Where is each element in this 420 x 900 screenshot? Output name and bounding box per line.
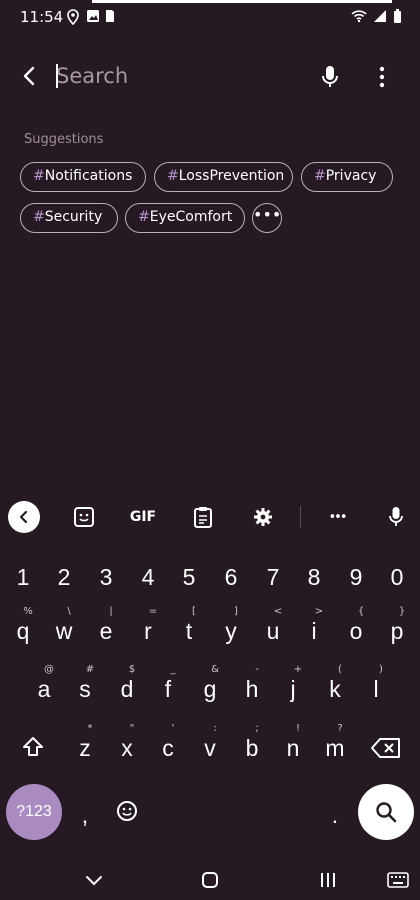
chip-privacy[interactable]: #Privacy xyxy=(301,162,393,192)
key-p[interactable]: } p xyxy=(378,604,416,654)
key-h[interactable]: -h xyxy=(233,662,271,712)
voice-search-mic-icon[interactable] xyxy=(318,62,342,92)
key-k[interactable]: (k xyxy=(316,662,354,712)
more-toolbar-icon[interactable]: ••• xyxy=(322,501,352,533)
key-2[interactable]: 2 xyxy=(45,556,83,606)
key-f[interactable]: _ f xyxy=(149,662,187,712)
recent-apps-icon[interactable] xyxy=(314,866,342,894)
keyboard-toolbar: GIF ••• xyxy=(0,488,420,546)
hash-symbol: # xyxy=(33,209,45,225)
key-a[interactable]: @ a xyxy=(25,662,63,712)
hash-symbol: # xyxy=(314,168,326,184)
key-x[interactable]: " x xyxy=(108,721,146,771)
battery-icon xyxy=(393,9,402,28)
status-time: 11:54 xyxy=(20,8,64,26)
more-suggestions-button[interactable]: ••• xyxy=(252,203,282,233)
keyboard-mic-icon[interactable] xyxy=(384,501,408,533)
key-r[interactable]: = r xyxy=(129,604,167,654)
chip-label: Privacy xyxy=(325,168,377,184)
letter-row-1: % q \ w | e = r [t ] y < u > i {o } p xyxy=(0,604,420,660)
key-d[interactable]: $ d xyxy=(108,662,146,712)
key-7[interactable]: 7 xyxy=(254,556,292,606)
top-edge-line xyxy=(92,0,392,3)
backspace-key-icon[interactable] xyxy=(364,721,408,771)
keyboard: GIF ••• 1 2 3 4 5 6 7 8 9 0 % q \ w | e = r … xyxy=(0,488,420,900)
keyboard-switch-icon[interactable] xyxy=(384,866,412,894)
key-b[interactable]: ; b xyxy=(233,721,271,771)
key-t[interactable]: [t xyxy=(170,604,208,654)
key-e[interactable]: | e xyxy=(87,604,125,654)
key-o[interactable]: {o xyxy=(337,604,375,654)
key-3[interactable]: 3 xyxy=(87,556,125,606)
hide-keyboard-chevron-icon[interactable] xyxy=(80,866,108,894)
bottom-key-row: ?123 , . xyxy=(0,784,420,844)
key-v[interactable]: :v xyxy=(191,721,229,771)
chip-label: Notifications xyxy=(44,168,133,184)
chip-label: LossPrevention xyxy=(178,168,285,184)
more-options-icon[interactable] xyxy=(372,62,392,92)
key-n[interactable]: ! n xyxy=(274,721,312,771)
gif-button[interactable]: GIF xyxy=(126,501,160,533)
image-icon xyxy=(86,9,100,27)
chip-loss-prevention[interactable]: #LossPrevention xyxy=(154,162,293,192)
key-u[interactable]: < u xyxy=(254,604,292,654)
key-comma[interactable]: , xyxy=(66,788,104,838)
key-9[interactable]: 9 xyxy=(337,556,375,606)
back-arrow-icon[interactable] xyxy=(16,60,44,92)
hash-symbol: # xyxy=(167,168,179,184)
clipboard-icon[interactable] xyxy=(190,501,216,533)
key-s[interactable]: # s xyxy=(66,662,104,712)
key-i[interactable]: > i xyxy=(295,604,333,654)
search-bar xyxy=(0,52,420,100)
key-m[interactable]: ? m xyxy=(316,721,354,771)
search-input[interactable] xyxy=(56,60,296,92)
location-icon xyxy=(66,9,80,29)
hash-symbol: # xyxy=(33,168,45,184)
chip-eye-comfort[interactable]: #EyeComfort xyxy=(125,203,245,233)
key-6[interactable]: 6 xyxy=(212,556,250,606)
key-q[interactable]: % q xyxy=(4,604,42,654)
key-j[interactable]: + j xyxy=(274,662,312,712)
toolbar-divider xyxy=(300,506,301,528)
key-4[interactable]: 4 xyxy=(129,556,167,606)
space-bar[interactable] xyxy=(150,788,310,838)
collapse-toolbar-icon[interactable] xyxy=(8,501,40,533)
text-cursor xyxy=(56,64,58,88)
key-l[interactable]: ) l xyxy=(357,662,395,712)
letter-row-3: * z " x ' c :v ; b ! n ? m xyxy=(0,721,420,777)
home-button-icon[interactable] xyxy=(196,866,224,894)
chip-security[interactable]: #Security xyxy=(20,203,118,233)
chip-notifications[interactable]: #Notifications xyxy=(20,162,146,192)
key-period[interactable]: . xyxy=(316,788,354,838)
emoji-key-icon[interactable] xyxy=(108,788,146,838)
signal-icon xyxy=(373,9,387,28)
key-1[interactable]: 1 xyxy=(4,556,42,606)
sticker-icon[interactable] xyxy=(70,501,98,533)
status-bar: 11:54 xyxy=(0,6,420,30)
wifi-icon xyxy=(351,9,367,28)
keyboard-search-key[interactable] xyxy=(358,784,414,840)
key-c[interactable]: ' c xyxy=(149,721,187,771)
chip-label: Security xyxy=(44,209,103,225)
suggestions-heading: Suggestions xyxy=(24,132,104,147)
key-z[interactable]: * z xyxy=(66,721,104,771)
key-g[interactable]: & g xyxy=(191,662,229,712)
chip-label: EyeComfort xyxy=(149,209,233,225)
key-5[interactable]: 5 xyxy=(170,556,208,606)
key-8[interactable]: 8 xyxy=(295,556,333,606)
letter-row-2: @ a # s $ d _ f & g -h + j (k ) l xyxy=(0,662,420,718)
symbols-key[interactable]: ?123 xyxy=(6,784,62,840)
sim-icon xyxy=(105,9,115,27)
hash-symbol: # xyxy=(138,209,150,225)
key-0[interactable]: 0 xyxy=(378,556,416,606)
settings-gear-icon[interactable] xyxy=(250,501,276,533)
key-w[interactable]: \ w xyxy=(45,604,83,654)
navigation-bar xyxy=(0,860,420,900)
key-y[interactable]: ] y xyxy=(212,604,250,654)
shift-key-icon[interactable] xyxy=(14,721,52,771)
